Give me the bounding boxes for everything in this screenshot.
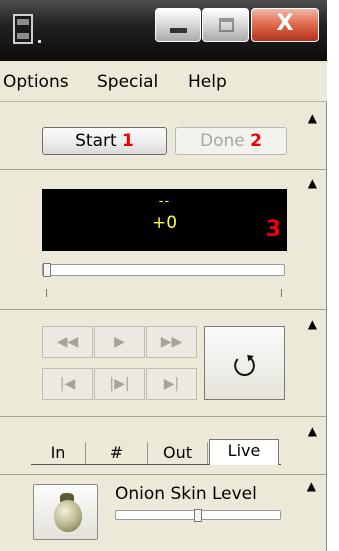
minimize-button[interactable] xyxy=(155,8,201,42)
loop-icon: ⭯ xyxy=(232,348,257,381)
tab-live[interactable]: Live xyxy=(209,439,279,465)
play-icon: ▶ xyxy=(114,334,125,350)
start-number-badge: 1 xyxy=(122,131,134,151)
menu-help[interactable]: Help xyxy=(188,72,227,92)
onion-skin-slider-thumb[interactable] xyxy=(194,509,202,522)
frame-counter-display: -- +0 3 xyxy=(42,189,287,251)
rewind-icon: ◀◀ xyxy=(56,334,79,350)
tick-start xyxy=(46,289,47,297)
fast-forward-icon: ▶▶ xyxy=(160,334,183,350)
collapse-onion-icon[interactable]: ▲ xyxy=(307,480,316,492)
last-frame-button[interactable]: ▶| xyxy=(146,368,197,400)
timeline-slider-thumb[interactable] xyxy=(43,263,51,277)
start-button[interactable]: Start 1 xyxy=(42,127,167,155)
fast-forward-button[interactable]: ▶▶ xyxy=(146,326,197,358)
collapse-record-icon[interactable]: ▲ xyxy=(308,112,317,124)
onion-skin-button[interactable] xyxy=(33,484,98,540)
maximize-button[interactable] xyxy=(202,8,249,42)
loop-button[interactable]: ⭯ xyxy=(204,326,285,400)
title-bar[interactable]: X xyxy=(0,0,327,61)
done-label: Done xyxy=(200,131,245,151)
tab-number[interactable]: # xyxy=(86,442,148,464)
first-frame-icon: |◀ xyxy=(59,376,76,392)
step-icon: |▶| xyxy=(109,376,130,392)
play-button[interactable]: ▶ xyxy=(94,326,145,358)
title-dot xyxy=(38,40,41,43)
app-window: X Options Special Help ▲ Start 1 Done 2 … xyxy=(0,0,327,551)
onion-skin-slider[interactable] xyxy=(115,509,281,522)
display-number-badge: 3 xyxy=(265,217,281,242)
menu-options[interactable]: Options xyxy=(3,72,69,92)
record-panel: ▲ Start 1 Done 2 xyxy=(0,102,327,170)
collapse-tabs-icon[interactable]: ▲ xyxy=(308,425,317,437)
close-button[interactable]: X xyxy=(251,8,319,42)
step-button[interactable]: |▶| xyxy=(94,368,145,400)
done-button[interactable]: Done 2 xyxy=(175,127,287,155)
menu-special[interactable]: Special xyxy=(97,72,158,92)
display-value: +0 xyxy=(151,213,178,233)
close-icon: X xyxy=(276,11,294,36)
last-frame-icon: ▶| xyxy=(163,376,180,392)
film-strip-icon[interactable] xyxy=(13,14,33,44)
maximize-icon xyxy=(219,18,234,32)
display-top-text: -- xyxy=(158,194,171,209)
onion-icon xyxy=(54,500,82,532)
onion-skin-label: Onion Skin Level xyxy=(115,484,257,504)
tab-out[interactable]: Out xyxy=(148,442,208,464)
tick-end xyxy=(281,289,282,297)
collapse-display-icon[interactable]: ▲ xyxy=(308,177,317,189)
done-number-badge: 2 xyxy=(250,131,262,151)
timeline-slider[interactable] xyxy=(42,263,285,277)
tab-in[interactable]: In xyxy=(31,442,86,464)
rewind-button[interactable]: ◀◀ xyxy=(42,326,93,358)
collapse-playback-icon[interactable]: ▲ xyxy=(308,318,317,330)
start-label: Start xyxy=(75,131,117,151)
source-tabs: In # Out Live xyxy=(31,439,281,465)
minimize-icon xyxy=(170,28,187,33)
menu-bar: Options Special Help xyxy=(0,61,327,102)
first-frame-button[interactable]: |◀ xyxy=(42,368,93,400)
